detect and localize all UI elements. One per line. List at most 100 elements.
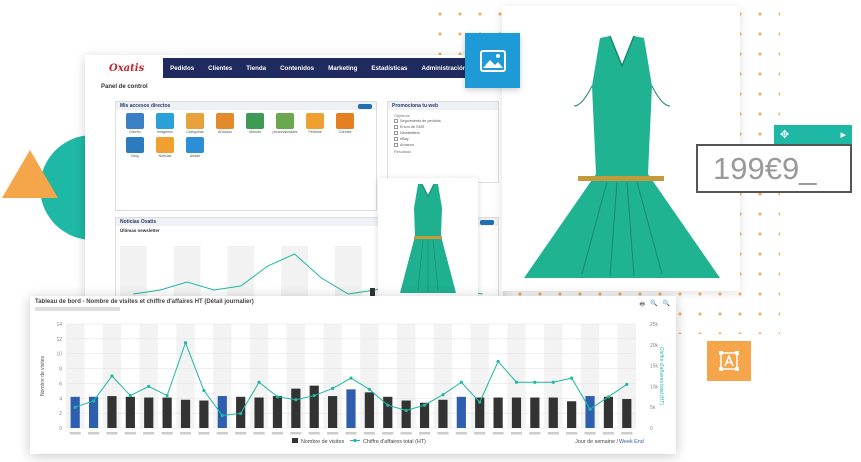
x-tick-label (198, 432, 210, 435)
legend-line-label: Chiffre d'affaires total (HT) (363, 439, 426, 445)
shortcut-item[interactable]: Noticias (150, 137, 180, 158)
promo-option-label: eBay (400, 137, 409, 141)
chart-title: Tableau de bord - Nombre de visites et c… (35, 299, 254, 305)
dress-thumbnail-card[interactable] (378, 178, 478, 298)
news-settings-icon[interactable] (480, 219, 494, 225)
shortcut-item[interactable]: Marcas (240, 113, 270, 134)
line-point (128, 393, 132, 398)
left-tick-label: 8 (59, 367, 62, 373)
left-tick-label: 2 (59, 411, 62, 417)
legend-weekday-label: Jour de semaine / (575, 439, 618, 445)
nav-item-4[interactable]: Marketing (321, 65, 364, 72)
bar (180, 399, 191, 428)
shortcut-item[interactable]: personalizables (270, 113, 300, 134)
text-tool-button[interactable] (707, 341, 751, 381)
orange-triangle-decoration (2, 150, 58, 198)
line-point (625, 382, 629, 386)
checkbox[interactable] (394, 119, 398, 123)
shortcut-item[interactable]: Blog (120, 137, 150, 158)
bar (254, 397, 264, 428)
right-tick-label: 15k (650, 364, 659, 370)
line-point (496, 359, 500, 364)
nav-item-5[interactable]: Estadísticas (364, 65, 414, 72)
promo-list: Objetivos Seguimiento de pedidos Envío de… (388, 110, 498, 158)
bar (456, 396, 466, 428)
checkbox[interactable] (394, 125, 398, 129)
right-tick-label: 25k (650, 322, 659, 328)
shortcut-item[interactable]: Clientes (330, 113, 360, 134)
bar (70, 396, 80, 428)
x-tick-label (363, 432, 375, 435)
mini-chart-band (173, 246, 201, 302)
left-tick-label: 12 (56, 337, 62, 343)
x-tick-label (87, 432, 100, 435)
panel-settings-icon[interactable] (358, 103, 372, 109)
move-icon[interactable]: ✥ (780, 128, 789, 141)
x-tick-label (474, 432, 486, 435)
checkbox[interactable] (394, 131, 398, 135)
shortcut-item[interactable]: Diseño (120, 113, 150, 134)
x-tick-label (179, 432, 192, 435)
bar (144, 397, 154, 428)
line-point (570, 376, 574, 380)
x-tick-label (510, 432, 523, 435)
nav-item-2[interactable]: Tienda (239, 65, 273, 72)
shortcut-item[interactable]: Artículos (210, 113, 240, 134)
x-tick-label (69, 432, 81, 435)
x-tick-label (253, 432, 265, 435)
checkbox[interactable] (394, 143, 398, 147)
arrow-right-icon[interactable]: ▸ (840, 128, 846, 141)
x-tick-label (382, 432, 394, 435)
nav-item-0[interactable]: Pedidos (163, 65, 201, 72)
x-tick-label (290, 432, 302, 435)
zoom-in-icon[interactable]: 🔍 (650, 300, 657, 310)
image-tool-button[interactable] (465, 33, 520, 88)
promo-option-label: Amazon (400, 143, 414, 147)
shortcuts-grid: Diseño Imágenes Categorías Artículos Marcas p… (116, 110, 376, 161)
shortcut-icon (276, 113, 294, 129)
left-tick-label: 0 (59, 426, 62, 432)
x-tick-label (400, 432, 412, 435)
x-tick-label (124, 432, 136, 435)
legend-line-marker (353, 438, 357, 443)
promo-option-label: Newsletters (400, 131, 420, 135)
left-tick-label: 14 (56, 322, 62, 328)
legend-bars-label: Nombre de visites (301, 439, 344, 445)
price-widget-toolbar[interactable]: ✥ ▸ (774, 125, 852, 144)
line-point (257, 380, 261, 384)
shortcut-item[interactable]: Añadir (180, 137, 210, 158)
line-point (386, 403, 390, 407)
oxatis-logo[interactable]: Oxatis (85, 63, 163, 74)
line-point (551, 380, 555, 384)
x-tick-label (492, 432, 504, 435)
line-point (275, 395, 280, 399)
price-text-field[interactable]: 199€9_ (696, 144, 852, 193)
x-tick-label (216, 432, 228, 435)
left-tick-label: 10 (56, 352, 62, 358)
checkbox[interactable] (394, 137, 398, 141)
nav-item-3[interactable]: Contenidos (273, 65, 321, 72)
bar (438, 399, 448, 428)
shortcut-item[interactable]: Categorías (180, 113, 210, 134)
promo-panel-title: Promociona tu web (392, 103, 439, 109)
line-point (91, 399, 96, 403)
bar (530, 397, 540, 428)
shortcuts-panel: Mis accesos directos Diseño Imágenes Categ… (115, 101, 377, 211)
zoom-out-icon[interactable]: 🔍 (663, 300, 670, 310)
shortcut-item[interactable]: Imágenes (150, 113, 180, 134)
shortcut-label: personalizables (272, 130, 298, 134)
x-tick-label (271, 432, 284, 435)
shortcut-item[interactable]: Pedidos (300, 113, 330, 134)
shortcut-label: Marcas (249, 130, 261, 134)
line-point (533, 380, 537, 384)
shortcut-icon (126, 137, 144, 153)
nav-item-1[interactable]: Clientes (201, 65, 239, 72)
left-tick-label: 6 (59, 381, 62, 387)
promo-section-label: Resultado (394, 150, 412, 154)
dashboard-chart-card: 0 2 4 6 8 10 12 14 0 5k 10k 15k 20k 25k Nombre de visi… (30, 296, 676, 454)
print-icon[interactable]: 🖶 (639, 300, 645, 310)
right-axis-label: Chiffre d'affaires total (HT) (658, 347, 664, 406)
promo-option[interactable]: Amazon (394, 142, 492, 148)
line-point (514, 380, 519, 384)
bar (291, 388, 301, 428)
